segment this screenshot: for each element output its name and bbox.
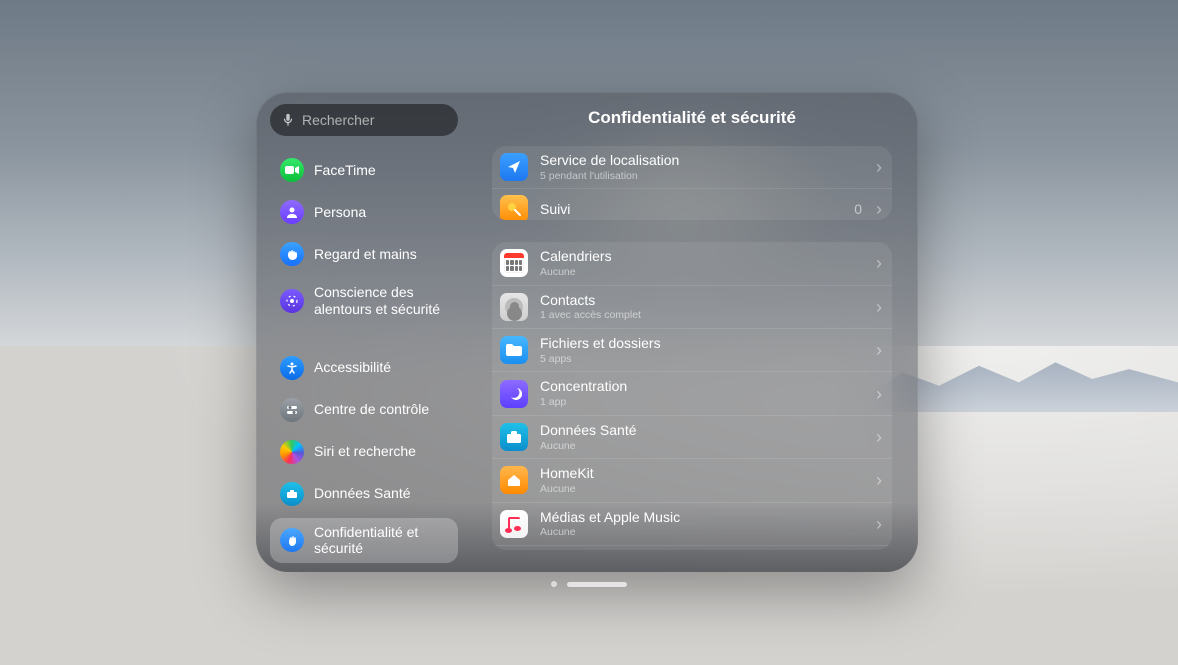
microphone-icon bbox=[282, 113, 294, 127]
chevron-right-icon: › bbox=[876, 341, 882, 359]
sidebar-item-label: Conscience des alentours et sécurité bbox=[314, 284, 448, 318]
row-value: 0 bbox=[854, 201, 862, 217]
row-health[interactable]: Données Santé Aucune › bbox=[492, 415, 892, 458]
row-sublabel: 1 avec accès complet bbox=[540, 309, 864, 322]
group-data-access: Calendriers Aucune › Contacts 1 avec acc… bbox=[492, 242, 892, 550]
row-label: HomeKit bbox=[540, 465, 864, 482]
row-sublabel: 5 apps bbox=[540, 353, 864, 366]
sidebar-item-label: Persona bbox=[314, 204, 448, 221]
sidebar-item-regard[interactable]: Regard et mains bbox=[270, 236, 458, 272]
row-label: Contacts bbox=[540, 292, 864, 309]
row-label: Médias et Apple Music bbox=[540, 509, 864, 526]
row-media-music[interactable]: Médias et Apple Music Aucune › bbox=[492, 502, 892, 545]
chevron-right-icon: › bbox=[876, 515, 882, 533]
sidebar-item-persona[interactable]: Persona bbox=[270, 194, 458, 230]
sidebar: Rechercher FaceTime Persona Regard et ma… bbox=[256, 92, 466, 572]
sidebar-item-health[interactable]: Données Santé bbox=[270, 476, 458, 512]
facetime-icon bbox=[280, 158, 304, 182]
control-center-icon bbox=[280, 398, 304, 422]
page-title: Confidentialité et sécurité bbox=[492, 108, 892, 128]
chevron-right-icon: › bbox=[876, 428, 882, 446]
row-sublabel: Aucune bbox=[540, 266, 864, 279]
row-files[interactable]: Fichiers et dossiers 5 apps › bbox=[492, 328, 892, 371]
location-icon bbox=[500, 153, 528, 181]
home-indicator bbox=[551, 581, 627, 587]
siri-icon bbox=[280, 440, 304, 464]
hand-eye-icon bbox=[280, 242, 304, 266]
row-sublabel: 1 app bbox=[540, 396, 864, 409]
sidebar-item-label: Centre de contrôle bbox=[314, 401, 448, 418]
sidebar-item-control-center[interactable]: Centre de contrôle bbox=[270, 392, 458, 428]
main-panel: Confidentialité et sécurité Service de l… bbox=[466, 92, 918, 572]
sidebar-item-conscience[interactable]: Conscience des alentours et sécurité bbox=[270, 278, 458, 324]
health-icon bbox=[280, 482, 304, 506]
sidebar-item-label: Accessibilité bbox=[314, 359, 448, 376]
row-sublabel: Aucune bbox=[540, 440, 864, 453]
chevron-right-icon: › bbox=[876, 254, 882, 272]
row-label: Calendriers bbox=[540, 248, 864, 265]
row-calendars[interactable]: Calendriers Aucune › bbox=[492, 242, 892, 284]
sidebar-item-label: Regard et mains bbox=[314, 246, 448, 263]
row-focus[interactable]: Concentration 1 app › bbox=[492, 371, 892, 414]
row-label: Fichiers et dossiers bbox=[540, 335, 864, 352]
row-label: Concentration bbox=[540, 378, 864, 395]
indicator-bar[interactable] bbox=[567, 582, 627, 587]
search-field[interactable]: Rechercher bbox=[270, 104, 458, 136]
folder-icon bbox=[500, 336, 528, 364]
indicator-dot bbox=[551, 581, 557, 587]
sidebar-item-privacy[interactable]: Confidentialité et sécurité bbox=[270, 518, 458, 564]
row-sublabel: Aucune bbox=[540, 483, 864, 496]
row-label: Données Santé bbox=[540, 422, 864, 439]
sidebar-item-label: Données Santé bbox=[314, 485, 448, 502]
contacts-icon bbox=[500, 293, 528, 321]
music-icon bbox=[500, 510, 528, 538]
chevron-right-icon: › bbox=[876, 471, 882, 489]
chevron-right-icon: › bbox=[876, 158, 882, 176]
settings-window: Rechercher FaceTime Persona Regard et ma… bbox=[256, 92, 918, 572]
privacy-icon bbox=[280, 528, 304, 552]
sidebar-item-siri[interactable]: Siri et recherche bbox=[270, 434, 458, 470]
accessibility-icon bbox=[280, 356, 304, 380]
sidebar-item-facetime[interactable]: FaceTime bbox=[270, 152, 458, 188]
persona-icon bbox=[280, 200, 304, 224]
row-sublabel: 5 pendant l'utilisation bbox=[540, 170, 864, 183]
row-location-services[interactable]: Service de localisation 5 pendant l'util… bbox=[492, 146, 892, 188]
tracking-icon bbox=[500, 195, 528, 220]
row-contacts[interactable]: Contacts 1 avec accès complet › bbox=[492, 285, 892, 328]
chevron-right-icon: › bbox=[876, 385, 882, 403]
sidebar-item-label: Confidentialité et sécurité bbox=[314, 524, 448, 558]
calendar-icon bbox=[500, 249, 528, 277]
chevron-right-icon: › bbox=[876, 200, 882, 218]
sidebar-item-label: FaceTime bbox=[314, 162, 448, 179]
health-data-icon bbox=[500, 423, 528, 451]
row-photos[interactable]: Photos Aucune › bbox=[492, 545, 892, 550]
chevron-right-icon: › bbox=[876, 298, 882, 316]
homekit-icon bbox=[500, 466, 528, 494]
sidebar-item-accessibility[interactable]: Accessibilité bbox=[270, 350, 458, 386]
group-location-tracking: Service de localisation 5 pendant l'util… bbox=[492, 146, 892, 220]
row-tracking[interactable]: Suivi 0 › bbox=[492, 188, 892, 220]
row-label: Service de localisation bbox=[540, 152, 864, 169]
row-sublabel: Aucune bbox=[540, 526, 864, 539]
row-label: Suivi bbox=[540, 201, 842, 218]
row-homekit[interactable]: HomeKit Aucune › bbox=[492, 458, 892, 501]
focus-icon bbox=[500, 380, 528, 408]
awareness-icon bbox=[280, 289, 304, 313]
search-placeholder: Rechercher bbox=[302, 112, 374, 128]
sidebar-item-label: Siri et recherche bbox=[314, 443, 448, 460]
